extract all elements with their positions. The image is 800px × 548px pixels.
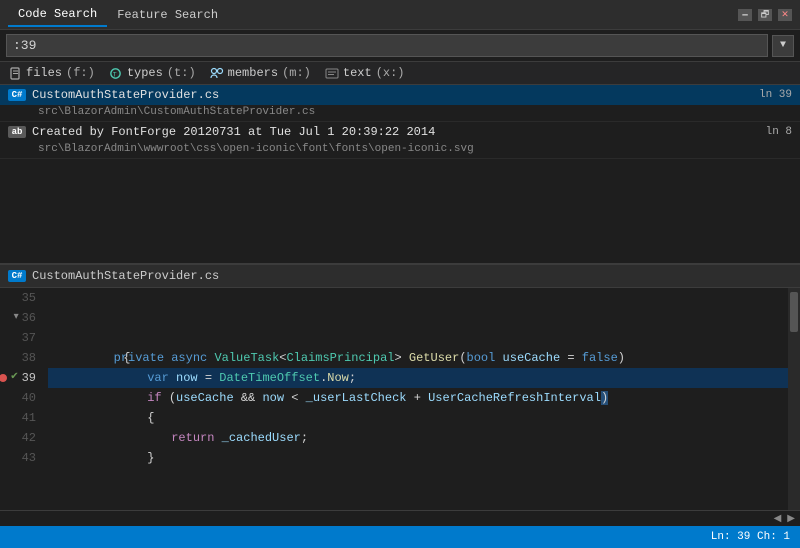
arrow-left[interactable]: ◀ (771, 513, 785, 525)
line-num-42: 42 (0, 428, 42, 448)
result-item-1[interactable]: C# CustomAuthStateProvider.cs ln 39 (0, 85, 800, 105)
code-panel-filename: CustomAuthStateProvider.cs (32, 269, 219, 283)
line-num-37: 37 (0, 328, 42, 348)
filter-members[interactable]: members (m:) (210, 66, 311, 80)
linenum-42: 42 (22, 428, 36, 448)
breakpoint-39 (0, 374, 7, 382)
result-filename-1: CustomAuthStateProvider.cs (32, 88, 219, 102)
filter-types[interactable]: T types (t:) (109, 66, 196, 80)
result-main-2: ab Created by FontForge 20120731 at Tue … (8, 125, 766, 139)
breakpoint-35 (0, 294, 8, 302)
code-line-41: return _cachedUser; (48, 408, 788, 428)
linenum-36: 36 (22, 308, 36, 328)
scrollbar[interactable] (788, 288, 800, 510)
minimize-button[interactable]: 🗕 (738, 9, 752, 21)
linenum-38: 38 (22, 348, 36, 368)
window-controls: 🗕 🗗 ✕ (738, 9, 792, 21)
line-num-40: 40 (0, 388, 42, 408)
line-numbers: 35 ▾ 36 37 38 ✔ 39 40 (0, 288, 48, 510)
breakpoint-36 (0, 314, 8, 322)
linenum-43: 43 (22, 448, 36, 468)
filter-text-label: text (343, 66, 372, 80)
code-line-36: private async ValueTask<ClaimsPrincipal>… (48, 308, 788, 328)
line-num-41: 41 (0, 408, 42, 428)
result-path-2: src\BlazorAdmin\wwwroot\css\open-iconic\… (0, 142, 800, 158)
filter-members-key: (m:) (282, 66, 311, 80)
code-lines: private async ValueTask<ClaimsPrincipal>… (48, 288, 788, 510)
checkmark-39: ✔ (10, 368, 18, 388)
filter-text-key: (x:) (376, 66, 405, 80)
bottom-arrows: ◀ ▶ (0, 510, 800, 526)
breakpoint-41 (0, 414, 8, 422)
line-col-status: Ln: 39 Ch: 1 (711, 531, 790, 543)
line-num-36: ▾ 36 (0, 308, 42, 328)
line-num-38: 38 (0, 348, 42, 368)
result-path-1: src\BlazorAdmin\CustomAuthStateProvider.… (0, 105, 800, 121)
result-group-2: ab Created by FontForge 20120731 at Tue … (0, 122, 800, 159)
linenum-39: 39 (22, 368, 36, 388)
scrollbar-thumb[interactable] (790, 292, 798, 332)
breakpoint-43 (0, 454, 8, 462)
chevron-36: ▾ (11, 308, 19, 328)
tab-feature-search[interactable]: Feature Search (107, 4, 228, 26)
result-linenum-2: ln 8 (766, 126, 792, 138)
breakpoint-40 (0, 394, 8, 402)
filter-files[interactable]: files (f:) (8, 66, 95, 80)
line-num-35: 35 (0, 288, 42, 308)
result-filename-2: Created by FontForge 20120731 at Tue Jul… (32, 125, 435, 139)
code-line-35 (48, 288, 788, 308)
breakpoint-38 (0, 354, 8, 362)
search-bar: ▼ (0, 30, 800, 62)
title-bar: Code Search Feature Search 🗕 🗗 ✕ (0, 0, 800, 30)
types-icon: T (109, 66, 123, 80)
filter-types-label: types (127, 66, 163, 80)
tab-code-search[interactable]: Code Search (8, 3, 107, 27)
results-panel[interactable]: C# CustomAuthStateProvider.cs ln 39 src\… (0, 85, 800, 265)
code-panel-header: C# CustomAuthStateProvider.cs (0, 265, 800, 288)
line-num-39: ✔ 39 (0, 368, 42, 388)
filter-text[interactable]: text (x:) (325, 66, 405, 80)
linenum-35: 35 (22, 288, 36, 308)
arrow-right[interactable]: ▶ (784, 513, 798, 525)
text-icon (325, 66, 339, 80)
result-main-1: C# CustomAuthStateProvider.cs (8, 88, 759, 102)
close-button[interactable]: ✕ (778, 9, 792, 21)
linenum-41: 41 (22, 408, 36, 428)
filter-types-key: (t:) (167, 66, 196, 80)
linenum-37: 37 (22, 328, 36, 348)
members-icon (210, 66, 224, 80)
code-area: 35 ▾ 36 37 38 ✔ 39 40 (0, 288, 800, 510)
linenum-40: 40 (22, 388, 36, 408)
filter-members-label: members (228, 66, 278, 80)
result-linenum-1: ln 39 (759, 89, 792, 101)
breakpoint-37 (0, 334, 8, 342)
line-num-43: 43 (0, 448, 42, 468)
restore-button[interactable]: 🗗 (758, 9, 772, 21)
filter-files-label: files (26, 66, 62, 80)
code-line-43 (48, 448, 788, 468)
status-bar: Ln: 39 Ch: 1 (0, 526, 800, 548)
filter-files-key: (f:) (66, 66, 95, 80)
lang-badge-cs-1: C# (8, 89, 26, 101)
search-input[interactable] (6, 34, 768, 57)
result-group-1: C# CustomAuthStateProvider.cs ln 39 src\… (0, 85, 800, 122)
code-line-37: { (48, 328, 788, 348)
code-lang-badge: C# (8, 270, 26, 282)
lang-badge-text-2: ab (8, 126, 26, 138)
result-item-2[interactable]: ab Created by FontForge 20120731 at Tue … (0, 122, 800, 142)
file-icon (8, 66, 22, 80)
svg-text:T: T (113, 71, 117, 78)
search-dropdown-button[interactable]: ▼ (772, 35, 794, 57)
filter-bar: files (f:) T types (t:) members (m:) tex… (0, 62, 800, 85)
breakpoint-42 (0, 434, 8, 442)
